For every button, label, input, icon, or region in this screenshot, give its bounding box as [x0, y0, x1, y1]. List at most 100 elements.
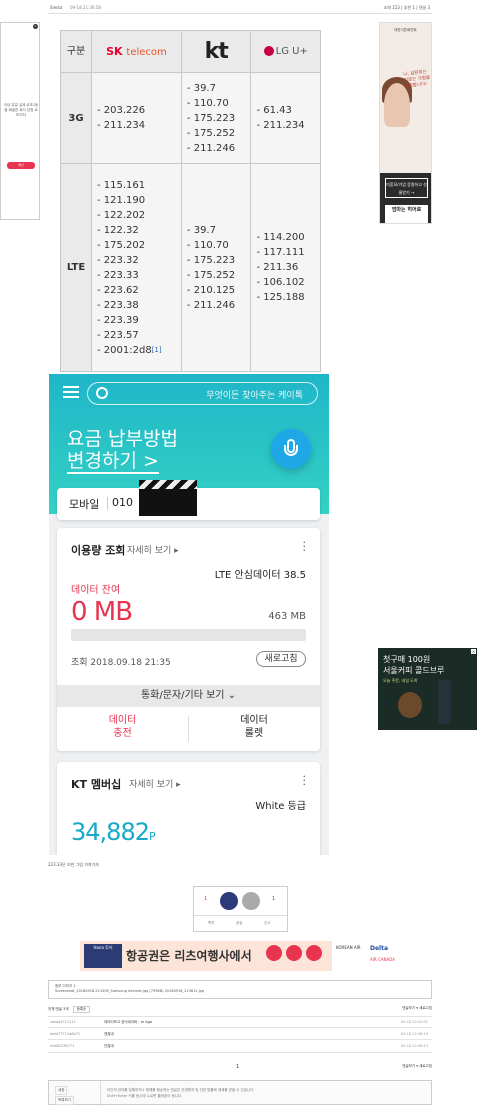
- membership-points: 34,882P: [71, 818, 156, 846]
- divider: [48, 1039, 432, 1040]
- list-button[interactable]: 목록보기: [55, 1096, 74, 1105]
- airline-air-canada: AIR CANADA: [370, 957, 395, 962]
- comment-sort-select[interactable]: 등록순: [72, 1006, 91, 1013]
- left-ad[interactable]: × 국내 유일 실제 로또1등을 배출한 회사 당첨 로또리치 확인: [0, 22, 40, 220]
- usage-progress-bar: [71, 629, 306, 641]
- header-label: 구분: [60, 30, 92, 73]
- divider: [194, 915, 287, 916]
- coffee-ad[interactable]: × 첫구매 100원 서울커피 콜드브루 오늘 주문, 내일 도착: [378, 648, 477, 730]
- downvote-icon[interactable]: [242, 892, 260, 910]
- data-charge-button[interactable]: 데이터 충전: [57, 714, 188, 740]
- post-meta: 조회 153 | 추천 1 | 댓글 3: [383, 5, 430, 10]
- table-row-3g: 3G - 203.226 - 211.234 - 39.7 - 110.70 - 17…: [60, 72, 321, 164]
- carrier-ip-table: 구분 SK telecom kt LG U+ 3G - 203.226 - 211…: [60, 30, 321, 372]
- lgu-logo: LG U+: [250, 30, 321, 73]
- usage-title: 이용량 조회: [71, 544, 126, 557]
- airline-logos: KOREAN AIR Delta AIR CANADA: [332, 941, 400, 971]
- banner-text: 항공권은 리츠여행사에서: [126, 949, 252, 963]
- travel-banner-ad[interactable]: Hana 투어 항공권은 리츠여행사에서 KOREAN AIR Delta AI…: [80, 941, 400, 971]
- coffee-ad-sub: 오늘 주문, 내일 도착: [383, 678, 418, 683]
- right-ad[interactable]: 대한이혼회연회 나, 김원희는 피로는 가렵을 응원합니다! 미혼모/기업 응원…: [379, 22, 432, 224]
- usage-detail-link[interactable]: 자세히 보기 ▸: [127, 543, 179, 556]
- comment-row: siesta5711111 데이터보고 공식네이버 : m Aga 09-18 …: [48, 1017, 432, 1027]
- new-window-button[interactable]: 새창: [55, 1086, 68, 1095]
- ip-prefix: - 203.226: [97, 105, 146, 116]
- comment-date: 09-18 22:06:19: [400, 1032, 428, 1036]
- ip-prefix: - 211.234: [256, 120, 305, 131]
- close-icon[interactable]: ×: [471, 649, 476, 654]
- comment-text: 데이터보고 공식네이버 : m Aga: [104, 1020, 152, 1024]
- badge-icon: [266, 945, 282, 961]
- comment-user[interactable]: siesta5711111: [50, 1020, 76, 1024]
- usage-card: 이용량 조회 자세히 보기 ▸ · · · LTE 안심데이터 38.5 데이터 잔…: [57, 528, 320, 751]
- badge-icon: [306, 945, 322, 961]
- more-vert-icon[interactable]: · · ·: [303, 771, 307, 790]
- lgu-logo-text: LG U+: [275, 46, 308, 57]
- comments-toolbar-bottom[interactable]: 댓글보기 ▾ 새로고침: [402, 1064, 432, 1069]
- search-icon: [96, 387, 108, 399]
- comment-notice[interactable]: 타인의 권리를 침해하거나 명예를 훼손하는 댓글은 운영원칙 및 관련 법률에…: [107, 1087, 255, 1099]
- comment-date: 09-18 22:01:01: [400, 1020, 428, 1024]
- comment-row: hkd82236771 관찮네 09-18 22:06:13: [48, 1041, 432, 1051]
- right-ad-header: 대한이혼회연회: [394, 28, 417, 32]
- ip-prefix: - 2001:2d8[1]: [97, 344, 162, 356]
- hero-title: 요금 납부방법: [67, 428, 178, 450]
- banner-logo: Hana 투어: [84, 944, 122, 968]
- ip-prefix: - 211.246: [186, 142, 236, 154]
- ip-prefix: - 211.246: [186, 299, 236, 311]
- divider: [48, 1052, 432, 1053]
- ip-prefix: - 223.33: [97, 269, 139, 281]
- footnote-link[interactable]: [1]: [152, 346, 162, 354]
- hero-link[interactable]: 변경하기 >: [67, 450, 159, 474]
- attachments-files[interactable]: Screenshot_20180918-213409_Samsung Inter…: [55, 989, 425, 994]
- points-value: 34,882: [71, 818, 150, 846]
- ip-prefix: - 110.70: [186, 97, 229, 109]
- upvote-star-icon[interactable]: [220, 892, 238, 910]
- data-roulette-button[interactable]: 데이터 룰렛: [188, 714, 320, 740]
- left-ad-text: 국내 유일 실제 로또1등을 배출한 회사 당첨 로또리치: [3, 103, 39, 117]
- airline-korean-air: KOREAN AIR: [336, 945, 361, 950]
- kt-app-screenshot: 무엇이든 찾아주는 케이톡 요금 납부방법 변경하기 > 모바일 010 이용량…: [49, 374, 329, 855]
- cell-sk-lte: - 115.161 - 121.190 - 122.202 - 122.32 - 175…: [91, 163, 182, 372]
- ip-prefix: - 117.111: [256, 247, 305, 258]
- coffee-ad-title: 첫구매 100원 서울커피 콜드브루: [383, 655, 445, 675]
- ip-prefix: - 122.32: [97, 224, 139, 236]
- upvote-count: 1: [204, 896, 208, 902]
- ip-prefix: - 223.39: [97, 314, 139, 326]
- message-link[interactable]: 쪽지: [208, 921, 214, 926]
- comment-count[interactable]: 댓글 3: [419, 5, 430, 10]
- ip-prefix: - 122.202: [97, 209, 146, 221]
- mic-icon[interactable]: [271, 429, 311, 469]
- more-vert-icon[interactable]: · · ·: [303, 537, 307, 556]
- membership-detail-link[interactable]: 자세히 보기 ▸: [129, 777, 181, 790]
- report-link[interactable]: 신고: [264, 921, 270, 926]
- comment-user[interactable]: ddat77711a8471: [50, 1032, 80, 1036]
- mobile-number-bar[interactable]: 모바일 010: [57, 480, 320, 520]
- more-usage-button[interactable]: 통화/문자/기타 보기 ⌄: [57, 685, 320, 707]
- downvote-count: 1: [272, 896, 276, 902]
- membership-card: KT 멤버십 자세히 보기 ▸ · · · White 등급 34,882P: [57, 762, 320, 855]
- clapperboard-censor-icon: [139, 480, 197, 516]
- ip-prefix: - 223.57: [97, 329, 139, 341]
- left-ad-button[interactable]: 확인: [7, 162, 35, 169]
- share-link[interactable]: 공유: [236, 921, 242, 926]
- comment-page-number[interactable]: 1: [236, 1064, 239, 1070]
- ip-prefix: - 39.7: [186, 224, 216, 236]
- divider: [107, 497, 108, 510]
- data-remaining-value: 0 MB: [71, 597, 133, 627]
- right-ad-gift-button[interactable]: 미혼모/기업 응원하고 선물받기 →: [385, 178, 428, 198]
- cell-kt-lte: - 39.7 - 110.70 - 175.223 - 175.252 - 210.12…: [180, 163, 252, 372]
- right-ad-hero-button[interactable]: 엄마는 히어로: [385, 205, 428, 223]
- hamburger-icon[interactable]: [63, 386, 79, 398]
- divider: [48, 13, 432, 14]
- comments-toolbar[interactable]: 댓글보기 ▾ 새로고침: [402, 1006, 432, 1011]
- kt-logo-text: kt: [204, 39, 229, 64]
- app-search-bar[interactable]: 무엇이든 찾아주는 케이톡: [87, 382, 318, 405]
- comment-user[interactable]: hkd82236771: [50, 1044, 74, 1048]
- membership-grade: White 등급: [255, 801, 306, 812]
- bottle-image: [438, 680, 451, 724]
- refresh-button[interactable]: 새로고침: [256, 651, 306, 667]
- kt-logo: kt: [180, 30, 252, 73]
- author-nick[interactable]: Siesta: [50, 5, 62, 10]
- close-icon[interactable]: ×: [33, 24, 38, 29]
